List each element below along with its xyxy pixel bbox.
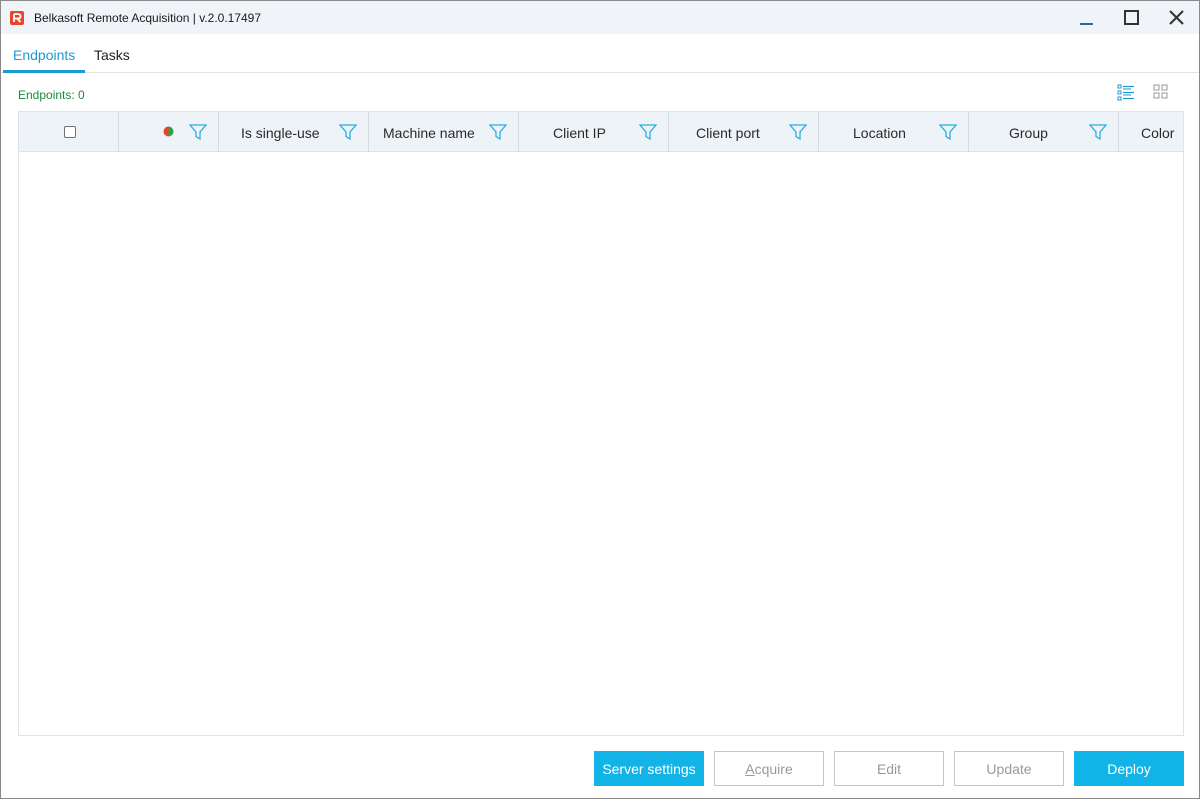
grid-body — [19, 153, 1183, 735]
filter-icon[interactable] — [1089, 123, 1107, 141]
column-label: Client port — [696, 125, 760, 141]
maximize-icon — [1124, 10, 1139, 25]
filter-icon[interactable] — [489, 123, 507, 141]
edit-button[interactable]: Edit — [834, 751, 944, 786]
window-title: Belkasoft Remote Acquisition | v.2.0.174… — [34, 11, 262, 25]
filter-icon[interactable] — [189, 123, 207, 141]
belkasoft-logo-icon — [10, 11, 24, 25]
endpoints-count: Endpoints: 0 — [18, 88, 85, 102]
column-group[interactable]: Group — [969, 112, 1119, 152]
select-all-checkbox[interactable] — [64, 126, 76, 138]
tab-tasks[interactable]: Tasks — [84, 34, 140, 73]
update-button[interactable]: Update — [954, 751, 1064, 786]
filter-icon[interactable] — [789, 123, 807, 141]
column-label: Machine name — [383, 125, 475, 141]
column-is-single-use[interactable]: Is single-use — [219, 112, 369, 152]
deploy-button[interactable]: Deploy — [1074, 751, 1184, 786]
minimize-button[interactable] — [1065, 1, 1109, 34]
column-color[interactable]: Color — [1119, 112, 1183, 152]
endpoints-grid: Is single-use Machine name Client IP Cli… — [18, 111, 1184, 736]
acquire-button-label: Acquire — [745, 760, 793, 777]
app-window: Belkasoft Remote Acquisition | v.2.0.174… — [0, 0, 1200, 799]
list-view-icon[interactable] — [1117, 83, 1135, 101]
column-machine-name[interactable]: Machine name — [369, 112, 519, 152]
status-indicator-icon — [163, 126, 174, 137]
column-label: Group — [1009, 125, 1048, 141]
acquire-button[interactable]: Acquire — [714, 751, 824, 786]
column-select — [19, 112, 119, 152]
column-label: Client IP — [553, 125, 606, 141]
tab-endpoints[interactable]: Endpoints — [3, 34, 86, 73]
filter-icon[interactable] — [639, 123, 657, 141]
maximize-button[interactable] — [1109, 1, 1153, 34]
close-button[interactable] — [1154, 1, 1198, 34]
column-label: Is single-use — [241, 125, 320, 141]
column-status[interactable] — [119, 112, 219, 152]
title-bar: Belkasoft Remote Acquisition | v.2.0.174… — [1, 1, 1199, 34]
tab-bar: Endpoints Tasks — [1, 34, 1199, 73]
tile-view-icon[interactable] — [1152, 83, 1170, 101]
column-client-ip[interactable]: Client IP — [519, 112, 669, 152]
filter-icon[interactable] — [939, 123, 957, 141]
column-location[interactable]: Location — [819, 112, 969, 152]
close-icon — [1169, 10, 1184, 25]
server-settings-button[interactable]: Server settings — [594, 751, 704, 786]
column-label: Color — [1141, 125, 1175, 141]
grid-header: Is single-use Machine name Client IP Cli… — [19, 112, 1183, 152]
column-label: Location — [853, 125, 906, 141]
filter-icon[interactable] — [339, 123, 357, 141]
minimize-icon — [1080, 23, 1093, 25]
column-client-port[interactable]: Client port — [669, 112, 819, 152]
